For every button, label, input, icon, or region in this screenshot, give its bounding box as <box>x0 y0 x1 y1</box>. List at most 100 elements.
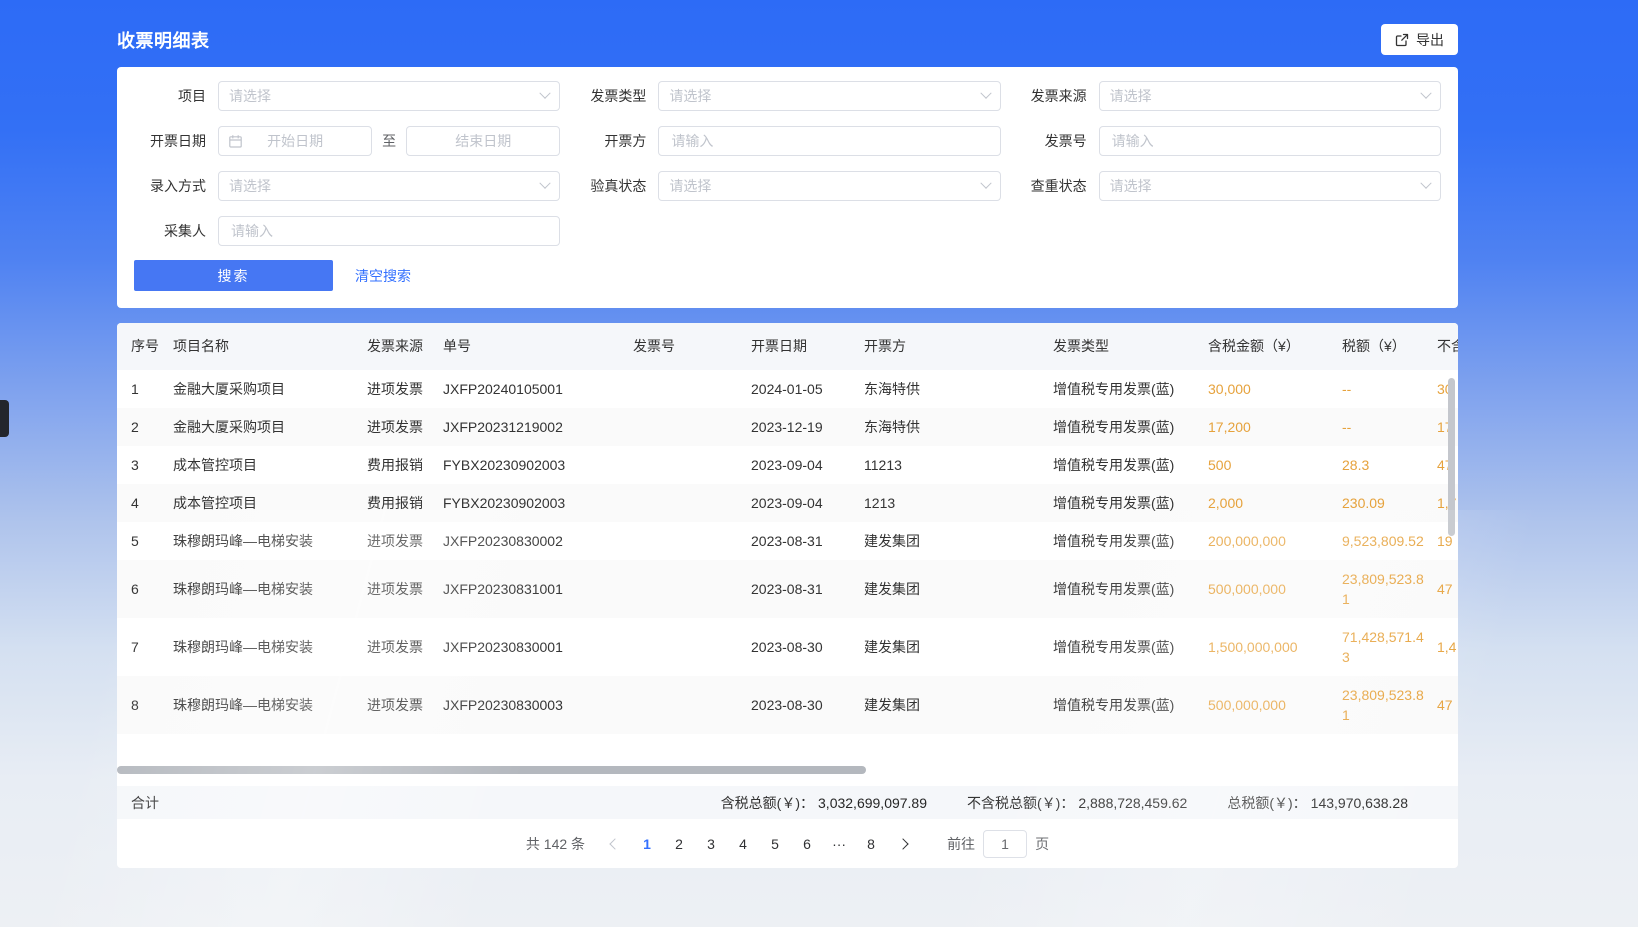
summary-bar: 合计 含税总额(￥)：3,032,699,097.89 不含税总额(￥)：2,8… <box>117 786 1458 819</box>
cell-invoice-source: 进项发票 <box>367 618 443 676</box>
cell-invoice-source: 进项发票 <box>367 560 443 618</box>
more-pages-button[interactable]: ··· <box>823 830 855 858</box>
entry-method-select-placeholder: 请选择 <box>229 176 271 196</box>
table-row: 7 珠穆朗玛峰—电梯安装 进项发票 JXFP20230830001 2023-0… <box>117 618 1458 676</box>
cell-order-no: JXFP20230831001 <box>443 560 633 618</box>
page-button-5[interactable]: 5 <box>759 830 791 858</box>
page-button-6[interactable]: 6 <box>791 830 823 858</box>
goto-page-input[interactable] <box>983 830 1027 858</box>
cell-no: 2 <box>117 408 173 446</box>
cell-invoice-type: 增值税专用发票(蓝) <box>1053 676 1208 734</box>
cell-invoice-no <box>633 618 751 676</box>
invoice-table: 序号 项目名称 发票来源 单号 发票号 开票日期 开票方 发票类型 含税金额（¥… <box>117 323 1458 734</box>
cell-project-name: 成本管控项目 <box>173 484 367 522</box>
page-button-1[interactable]: 1 <box>631 830 663 858</box>
verify-status-select-placeholder: 请选择 <box>669 176 711 196</box>
cell-invoice-date: 2023-09-04 <box>751 446 864 484</box>
cell-issuer: 东海特供 <box>864 370 1053 408</box>
verify-status-select[interactable]: 请选择 <box>658 171 1000 201</box>
cell-order-no: FYBX20230902003 <box>443 446 633 484</box>
cell-amount-incl-tax: 1,500,000,000 <box>1208 618 1342 676</box>
horizontal-scrollbar-thumb[interactable] <box>117 766 866 774</box>
issuer-input[interactable] <box>658 126 1000 156</box>
table-row: 5 珠穆朗玛峰—电梯安装 进项发票 JXFP20230830002 2023-0… <box>117 522 1458 560</box>
project-select-placeholder: 请选择 <box>229 86 271 106</box>
excl-tax-total-label: 不含税总额(￥)： <box>967 795 1074 811</box>
cell-amount-excl-tax: 47 <box>1437 676 1458 734</box>
chevron-down-icon <box>980 88 991 99</box>
invoice-type-field: 发票类型 请选择 <box>574 81 1000 111</box>
vertical-scrollbar-thumb[interactable] <box>1448 378 1455 536</box>
cell-no: 8 <box>117 676 173 734</box>
dup-check-status-label: 查重状态 <box>1015 176 1099 196</box>
table-scroll-area: 序号 项目名称 发票来源 单号 发票号 开票日期 开票方 发票类型 含税金额（¥… <box>117 323 1458 766</box>
cell-invoice-type: 增值税专用发票(蓝) <box>1053 370 1208 408</box>
cell-issuer: 1213 <box>864 484 1053 522</box>
chevron-right-icon <box>897 838 908 849</box>
start-date-input[interactable]: 开始日期 <box>218 126 372 156</box>
cell-order-no: JXFP20230830001 <box>443 618 633 676</box>
invoice-no-input[interactable] <box>1099 126 1441 156</box>
next-page-button[interactable] <box>887 830 919 858</box>
clear-search-link[interactable]: 清空搜索 <box>355 266 411 286</box>
page-button-3[interactable]: 3 <box>695 830 727 858</box>
end-date-input[interactable]: 结束日期 <box>406 126 560 156</box>
cell-project-name: 珠穆朗玛峰—电梯安装 <box>173 618 367 676</box>
cell-invoice-date: 2023-12-19 <box>751 408 864 446</box>
column-header-invoice-date: 开票日期 <box>751 323 864 370</box>
cell-invoice-date: 2024-01-05 <box>751 370 864 408</box>
table-row: 6 珠穆朗玛峰—电梯安装 进项发票 JXFP20230831001 2023-0… <box>117 560 1458 618</box>
invoice-type-select[interactable]: 请选择 <box>658 81 1000 111</box>
drawer-toggle[interactable] <box>0 400 9 437</box>
cell-amount-excl-tax: 1,4 <box>1437 618 1458 676</box>
date-range-separator: 至 <box>382 131 396 151</box>
collector-input[interactable] <box>218 216 560 246</box>
invoice-no-label: 发票号 <box>1015 131 1099 151</box>
entry-method-select[interactable]: 请选择 <box>218 171 560 201</box>
start-date-placeholder: 开始日期 <box>267 131 323 151</box>
horizontal-scrollbar <box>117 766 1458 774</box>
export-button[interactable]: 导出 <box>1381 24 1458 55</box>
cell-amount-incl-tax: 2,000 <box>1208 484 1342 522</box>
column-header-invoice-source: 发票来源 <box>367 323 443 370</box>
cell-issuer: 建发集团 <box>864 676 1053 734</box>
dup-check-status-field: 查重状态 请选择 <box>1015 171 1441 201</box>
collector-field: 采集人 <box>134 216 560 246</box>
column-header-invoice-no: 发票号 <box>633 323 751 370</box>
incl-tax-total-value: 3,032,699,097.89 <box>818 795 927 811</box>
cell-project-name: 珠穆朗玛峰—电梯安装 <box>173 522 367 560</box>
invoice-source-select-placeholder: 请选择 <box>1110 86 1152 106</box>
cell-invoice-source: 费用报销 <box>367 484 443 522</box>
cell-tax-amount: -- <box>1342 408 1437 446</box>
pagination: 共 142 条 1 2 3 4 5 6 ··· 8 前往 页 <box>117 819 1458 868</box>
export-button-label: 导出 <box>1416 30 1444 50</box>
incl-tax-total: 含税总额(￥)：3,032,699,097.89 <box>721 793 927 813</box>
project-select[interactable]: 请选择 <box>218 81 560 111</box>
invoice-source-label: 发票来源 <box>1015 86 1099 106</box>
cell-tax-amount: 23,809,523.81 <box>1342 560 1437 618</box>
cell-invoice-date: 2023-08-31 <box>751 522 864 560</box>
invoice-date-field: 开票日期 开始日期 至 结束日期 <box>134 126 560 156</box>
cell-invoice-type: 增值税专用发票(蓝) <box>1053 618 1208 676</box>
cell-no: 3 <box>117 446 173 484</box>
prev-page-button[interactable] <box>599 830 631 858</box>
cell-order-no: JXFP20230830003 <box>443 676 633 734</box>
cell-invoice-no <box>633 408 751 446</box>
page-button-2[interactable]: 2 <box>663 830 695 858</box>
cell-no: 5 <box>117 522 173 560</box>
cell-invoice-source: 费用报销 <box>367 446 443 484</box>
excl-tax-total: 不含税总额(￥)：2,888,728,459.62 <box>967 793 1187 813</box>
column-header-no: 序号 <box>117 323 173 370</box>
cell-no: 4 <box>117 484 173 522</box>
dup-check-status-select[interactable]: 请选择 <box>1099 171 1441 201</box>
chevron-down-icon <box>540 88 551 99</box>
verify-status-field: 验真状态 请选择 <box>574 171 1000 201</box>
cell-issuer: 建发集团 <box>864 560 1053 618</box>
invoice-source-select[interactable]: 请选择 <box>1099 81 1441 111</box>
page-button-4[interactable]: 4 <box>727 830 759 858</box>
page-button-8[interactable]: 8 <box>855 830 887 858</box>
cell-invoice-date: 2023-09-04 <box>751 484 864 522</box>
column-header-issuer: 开票方 <box>864 323 1053 370</box>
project-field: 项目 请选择 <box>134 81 560 111</box>
search-button[interactable]: 搜索 <box>134 260 333 291</box>
